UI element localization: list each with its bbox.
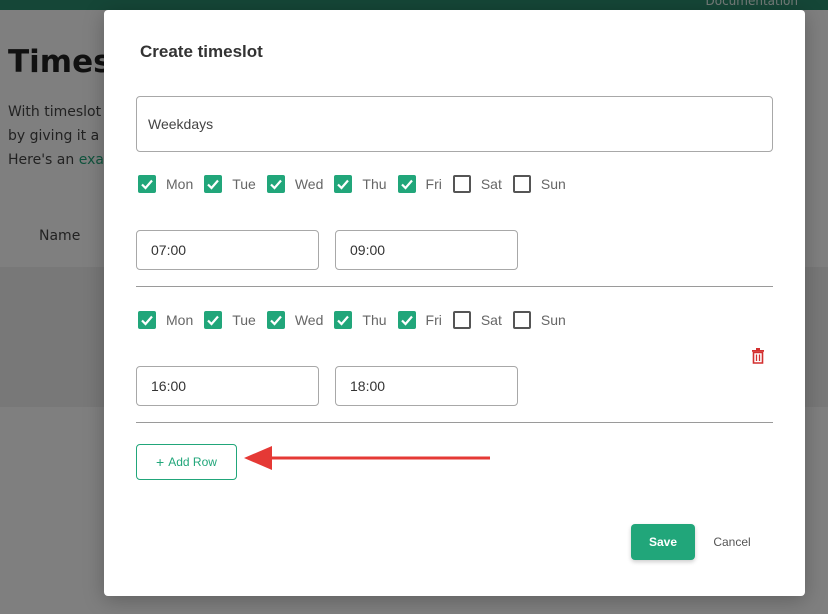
day-label: Tue (232, 176, 256, 192)
checkmark-icon (141, 179, 153, 190)
row-divider (136, 422, 773, 423)
day-label: Wed (294, 312, 324, 328)
day-label: Sun (540, 312, 566, 328)
day-option-wed[interactable]: Wed (266, 175, 324, 193)
day-option-tue[interactable]: Tue (204, 311, 256, 329)
checkmark-icon (207, 315, 220, 326)
day-checkbox[interactable] (512, 311, 531, 329)
create-timeslot-dialog: Create timeslot Weekdays Mon Tue Wed Thu Fri… (104, 10, 805, 596)
day-option-sat[interactable]: Sat (452, 311, 502, 329)
checkmark-icon (337, 315, 350, 326)
day-checkbox[interactable] (334, 311, 353, 329)
day-option-mon[interactable]: Mon (138, 311, 193, 329)
day-label: Thu (362, 312, 387, 328)
day-checkbox[interactable] (204, 175, 223, 193)
day-option-thu[interactable]: Thu (334, 311, 387, 329)
checkmark-icon (270, 315, 282, 326)
day-checkbox[interactable] (512, 175, 531, 193)
day-option-fri[interactable]: Fri (397, 311, 442, 329)
day-selector-row-2: Mon Tue Wed Thu Fri Sat Sun (138, 311, 577, 329)
day-label: Sun (540, 176, 566, 192)
day-option-thu[interactable]: Thu (334, 175, 387, 193)
day-label: Tue (232, 312, 256, 328)
plus-icon: + (156, 454, 165, 470)
day-checkbox[interactable] (397, 311, 416, 329)
day-option-sun[interactable]: Sun (512, 311, 566, 329)
timeslot-name-input[interactable]: Weekdays (136, 96, 773, 152)
day-label: Mon (166, 176, 194, 192)
day-label: Sat (480, 176, 502, 192)
start-time-input-row-1[interactable]: 07:00 (136, 230, 319, 270)
checkmark-icon (141, 315, 153, 326)
end-time-input-row-2[interactable]: 18:00 (335, 366, 518, 406)
row-divider (136, 286, 773, 287)
day-option-fri[interactable]: Fri (397, 175, 442, 193)
day-checkbox[interactable] (138, 175, 156, 193)
day-checkbox[interactable] (334, 175, 353, 193)
add-row-label: Add Row (168, 455, 217, 469)
day-checkbox[interactable] (452, 175, 471, 193)
add-row-button[interactable]: + Add Row (136, 444, 237, 480)
day-checkbox[interactable] (138, 311, 156, 329)
checkmark-icon (270, 179, 282, 190)
checkmark-icon (337, 179, 350, 190)
day-option-wed[interactable]: Wed (266, 311, 324, 329)
day-option-tue[interactable]: Tue (204, 175, 256, 193)
checkmark-icon (400, 315, 413, 326)
day-checkbox[interactable] (397, 175, 416, 193)
day-label: Fri (425, 312, 442, 328)
day-selector-row-1: Mon Tue Wed Thu Fri Sat Sun (138, 175, 577, 193)
end-time-input-row-1[interactable]: 09:00 (335, 230, 518, 270)
day-checkbox[interactable] (266, 311, 285, 329)
day-checkbox[interactable] (204, 311, 223, 329)
day-label: Sat (480, 312, 502, 328)
start-time-input-row-2[interactable]: 16:00 (136, 366, 319, 406)
day-option-sun[interactable]: Sun (512, 175, 566, 193)
checkmark-icon (207, 179, 220, 190)
day-option-sat[interactable]: Sat (452, 175, 502, 193)
trash-icon[interactable] (751, 348, 765, 364)
day-checkbox[interactable] (266, 175, 285, 193)
day-label: Wed (294, 176, 324, 192)
day-label: Fri (425, 176, 442, 192)
day-option-mon[interactable]: Mon (138, 175, 193, 193)
dialog-title: Create timeslot (140, 42, 263, 61)
day-checkbox[interactable] (452, 311, 471, 329)
day-label: Mon (166, 312, 194, 328)
checkmark-icon (400, 179, 413, 190)
save-button[interactable]: Save (631, 524, 695, 560)
cancel-button[interactable]: Cancel (704, 524, 760, 560)
day-label: Thu (362, 176, 387, 192)
arrow-icon (244, 446, 490, 470)
